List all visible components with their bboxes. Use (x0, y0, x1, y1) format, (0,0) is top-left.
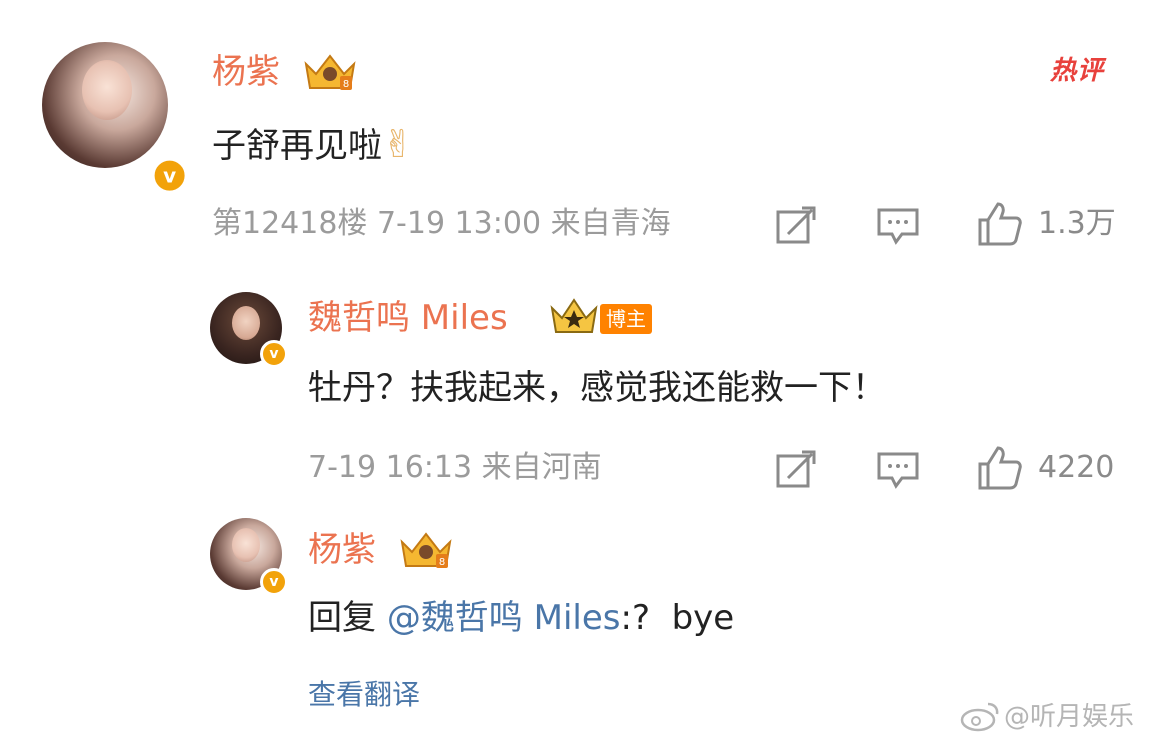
verified-badge-icon: v (260, 568, 288, 596)
avatar-face (82, 60, 132, 120)
comment-text-body: 子舒再见啦 (212, 126, 382, 166)
comment-meta: 第12418楼 7-19 13:00 来自青海 (212, 206, 671, 241)
comment-icon[interactable] (876, 206, 920, 246)
weibo-logo-icon (960, 702, 999, 732)
hot-comment-label: 热评 (1050, 56, 1105, 86)
repost-icon[interactable] (774, 204, 818, 248)
avatar-face (232, 306, 260, 340)
reply-body: :? bye (620, 598, 735, 638)
reply-username[interactable]: 魏哲鸣 Miles (308, 298, 508, 338)
victory-hand-emoji: ✌ (382, 122, 414, 166)
like-icon[interactable] (976, 200, 1024, 248)
vip-crown-icon: 8 (304, 54, 356, 90)
avatar-yangzi-small[interactable]: v (210, 518, 288, 596)
svg-text:8: 8 (343, 79, 349, 90)
like-count: 1.3万 (1038, 206, 1116, 241)
reply-prefix: 回复 (308, 598, 376, 638)
reply-meta: 7-19 16:13 来自河南 (308, 450, 602, 485)
like-count: 4220 (1038, 450, 1115, 485)
reply-text: 回复 @魏哲鸣 Miles:? bye (308, 598, 734, 638)
reply-username[interactable]: 杨紫 (308, 530, 376, 570)
vip-crown-icon: 8 (400, 532, 452, 568)
mention-link[interactable]: @魏哲鸣 Miles (387, 598, 621, 638)
avatar-face (232, 528, 260, 562)
like-icon[interactable] (976, 444, 1024, 492)
comment-username[interactable]: 杨紫 (212, 52, 280, 92)
comment-icon[interactable] (876, 450, 920, 490)
watermark-text: @听月娱乐 (1004, 702, 1135, 732)
host-badge: 博主 (600, 304, 652, 334)
svg-text:8: 8 (439, 557, 445, 568)
vip-crown-icon (550, 298, 598, 333)
avatar-yangzi[interactable]: v (42, 42, 188, 194)
verified-badge-icon: v (151, 157, 188, 194)
repost-icon[interactable] (774, 448, 818, 492)
verified-badge-icon: v (260, 340, 288, 368)
comment-text: 子舒再见啦✌ (212, 124, 414, 166)
reply-text: 牡丹？扶我起来，感觉我还能救一下！ (308, 368, 886, 408)
translate-link[interactable]: 查看翻译 (308, 678, 420, 712)
avatar-weizheming[interactable]: v (210, 292, 288, 368)
